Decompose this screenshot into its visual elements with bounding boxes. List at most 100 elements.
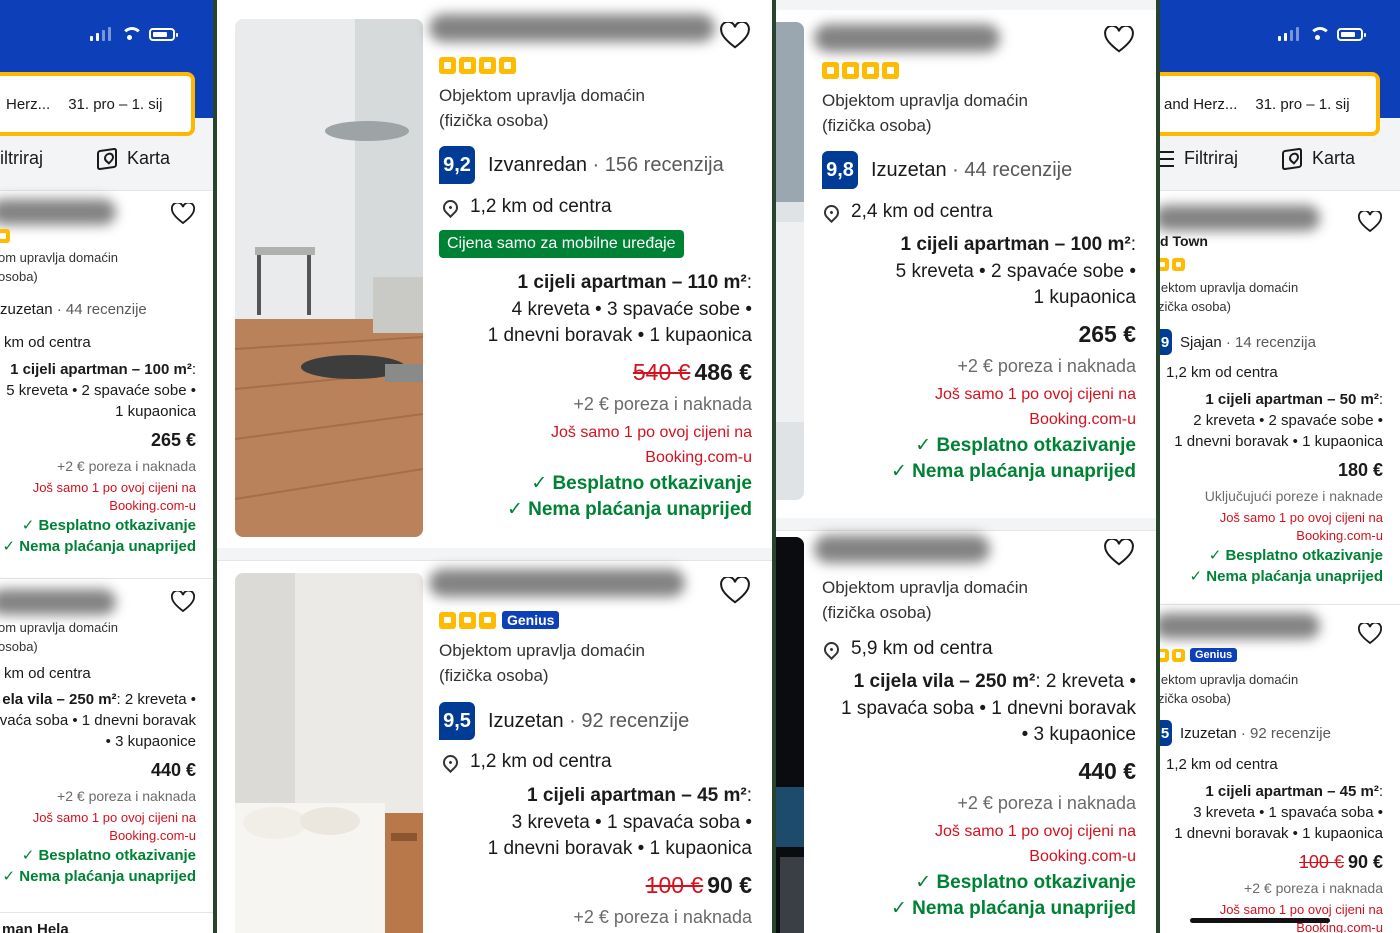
listing-card[interactable]: Objektom upravlja domaćin (fizička osoba)… bbox=[217, 0, 772, 550]
unit-rooms: 1 dnevni boravak • 1 kupaonica bbox=[1174, 433, 1383, 450]
tax-note: +2 € poreza i naknada bbox=[573, 393, 752, 414]
heart-icon[interactable] bbox=[171, 203, 195, 225]
free-cancellation: ✓ Besplatno otkazivanje bbox=[531, 472, 752, 494]
heart-icon[interactable] bbox=[720, 577, 750, 605]
property-photo[interactable] bbox=[235, 19, 423, 537]
check-icon: ✓ bbox=[21, 847, 39, 865]
unit-rooms: 1 dnevni boravak • 1 kupaonica bbox=[487, 838, 752, 860]
star-icon bbox=[822, 62, 839, 79]
search-summary-box[interactable]: Herz... 31. pro – 1. sij bbox=[0, 72, 195, 136]
property-photo[interactable] bbox=[235, 573, 423, 933]
property-title-redacted bbox=[814, 535, 990, 563]
star-icon bbox=[499, 57, 516, 74]
host-info: Objektom upravlja domaćin (fizička osoba) bbox=[439, 641, 645, 685]
wifi-icon bbox=[1309, 27, 1331, 41]
battery-icon bbox=[149, 27, 178, 41]
listing-card[interactable]: om upravlja domaćin osoba) zuzetan · 44 r… bbox=[0, 190, 213, 581]
property-title-redacted bbox=[1160, 205, 1320, 231]
search-destination: and Herz... bbox=[1164, 95, 1238, 113]
unit-beds: 4 kreveta • 3 spavaće sobe • bbox=[511, 298, 752, 320]
distance-from-center: 1,2 km od centra bbox=[439, 196, 612, 218]
original-price: 100 € bbox=[645, 871, 704, 898]
host-info: Objektom upravlja domaćin (fizička osoba) bbox=[822, 578, 1028, 622]
price: 265 € bbox=[150, 430, 196, 450]
tax-note: +2 € poreza i naknada bbox=[573, 906, 752, 927]
price: 440 € bbox=[1078, 757, 1136, 784]
listing-card[interactable]: Genius jektom upravlja domaćin zička osob… bbox=[1160, 604, 1400, 933]
filter-button[interactable]: iltriraj bbox=[0, 148, 43, 169]
map-button[interactable]: Karta bbox=[97, 147, 170, 170]
star-icon bbox=[1160, 648, 1169, 662]
star-rating bbox=[439, 57, 516, 74]
heart-icon[interactable] bbox=[1104, 26, 1134, 54]
results-toolbar: iltriraj Karta bbox=[0, 147, 204, 170]
no-prepayment: ✓ Nema plaćanja unaprijed bbox=[2, 868, 196, 886]
no-prepayment: ✓ Nema plaćanja unaprijed bbox=[506, 499, 752, 521]
heart-icon[interactable] bbox=[720, 22, 750, 50]
star-icon bbox=[0, 229, 10, 243]
wifi-icon bbox=[121, 27, 143, 41]
scarcity-note: Još samo 1 po ovoj cijeni na Booking.com-… bbox=[935, 823, 1136, 865]
review-score: zuzetan · 44 recenzije bbox=[0, 301, 147, 318]
unit-type: 1 cijela vila – 250 m² bbox=[853, 671, 1036, 692]
listing-card[interactable]: Genius Objektom upravlja domaćin (fizička… bbox=[217, 560, 772, 933]
property-title: d Town bbox=[1160, 233, 1208, 249]
unit-info: ela vila – 250 m²: 2 kreveta • vaća soba… bbox=[0, 689, 196, 887]
unit-type: 1 cijeli apartman – 45 m² bbox=[527, 785, 747, 806]
listing-card[interactable]: Objektom upravlja domaćin (fizička osoba)… bbox=[776, 10, 1156, 520]
property-photo[interactable] bbox=[776, 22, 804, 500]
no-prepayment: ✓ Nema plaćanja unaprijed bbox=[890, 898, 1136, 920]
unit-beds: vaća soba • 1 dnevni boravak bbox=[0, 712, 196, 729]
listing-card[interactable]: d Town jektom upravlja domaćin zička osob… bbox=[1160, 190, 1400, 605]
map-icon bbox=[1282, 147, 1302, 170]
no-prepayment: ✓ Nema plaćanja unaprijed bbox=[890, 461, 1136, 483]
review-count: · 92 recenzije bbox=[1240, 724, 1331, 742]
heart-icon[interactable] bbox=[1358, 623, 1382, 645]
star-icon bbox=[479, 57, 496, 74]
listing-card[interactable]: man Hela bbox=[0, 912, 213, 933]
distance-from-center: 1,2 km od centra bbox=[1166, 364, 1278, 381]
listing-card[interactable]: om upravlja domaćin osoba) km od centra e… bbox=[0, 578, 213, 919]
free-cancellation: ✓ Besplatno otkazivanje bbox=[21, 517, 196, 535]
original-price: 100 € bbox=[1298, 852, 1344, 872]
filter-button[interactable]: Filtriraj bbox=[1160, 148, 1238, 169]
unit-type: 1 cijeli apartman – 100 m² bbox=[10, 361, 192, 378]
star-icon bbox=[459, 611, 476, 629]
rating-word: Izuzetan bbox=[871, 158, 947, 181]
review-score: 5 Izuzetan · 92 recenzije bbox=[1160, 720, 1331, 746]
unit-type: 1 cijeli apartman – 110 m² bbox=[517, 272, 747, 293]
listing-card[interactable]: Objektom upravlja domaćin (fizička osoba)… bbox=[776, 530, 1156, 933]
discounted-price: 90 € bbox=[707, 871, 752, 898]
star-rating bbox=[1160, 258, 1185, 271]
location-pin-icon bbox=[439, 751, 462, 773]
scarcity-note: Još samo 1 po ovoj cijeni na Booking.com-… bbox=[32, 479, 196, 513]
search-summary-box[interactable]: and Herz... 31. pro – 1. sij bbox=[1160, 72, 1380, 136]
interior-photo bbox=[235, 19, 423, 537]
review-count: · 14 recenzija bbox=[1225, 333, 1316, 351]
heart-icon[interactable] bbox=[1358, 211, 1382, 233]
star-icon bbox=[439, 611, 456, 629]
search-destination: Herz... bbox=[6, 95, 51, 113]
host-info: Objektom upravlja domaćin (fizička osoba) bbox=[439, 86, 645, 130]
genius-badge: Genius bbox=[1190, 648, 1238, 662]
distance-from-center: 2,4 km od centra bbox=[820, 201, 993, 223]
review-score: 9,5 Izuzetan · 92 recenzije bbox=[439, 702, 689, 740]
map-button[interactable]: Karta bbox=[1282, 147, 1355, 170]
unit-type: 1 cijeli apartman – 50 m² bbox=[1205, 391, 1379, 408]
filter-label: Filtriraj bbox=[1184, 148, 1238, 168]
check-icon: ✓ bbox=[1208, 547, 1226, 565]
genius-badge: Genius bbox=[502, 611, 560, 629]
screenshot-panel-1: Herz... 31. pro – 1. sij iltriraj Karta … bbox=[0, 0, 213, 933]
tax-note: +2 € poreza i naknada bbox=[1244, 880, 1383, 897]
unit-rooms: • 3 kupaonice bbox=[1021, 724, 1136, 746]
unit-type: ela vila – 250 m² bbox=[2, 691, 117, 708]
tax-note: +2 € poreza i naknada bbox=[957, 792, 1136, 813]
property-title-redacted bbox=[429, 14, 715, 42]
unit-info: 1 cijeli apartman – 100 m²: 5 kreveta • … bbox=[806, 232, 1136, 486]
review-count: · 44 recenzije bbox=[56, 301, 147, 318]
property-title-redacted bbox=[0, 199, 116, 225]
heart-icon[interactable] bbox=[171, 591, 195, 613]
interior-photo bbox=[776, 22, 804, 500]
heart-icon[interactable] bbox=[1104, 539, 1134, 567]
rating-word: Izuzetan bbox=[1180, 724, 1237, 742]
